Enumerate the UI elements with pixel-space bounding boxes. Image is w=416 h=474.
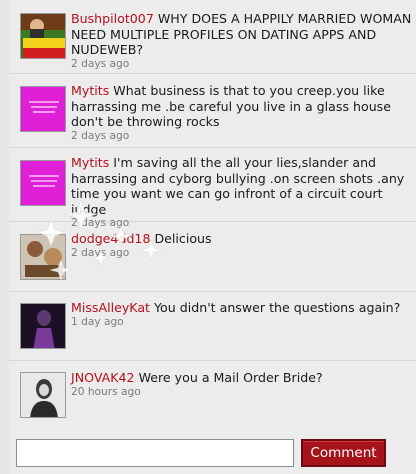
comment-username[interactable]: Mytits <box>71 155 109 170</box>
comment-username[interactable]: Bushpilot007 <box>71 11 154 26</box>
comment-item: MissAlleyKat You didn't answer the quest… <box>9 292 416 361</box>
comment-body: JNOVAK42 Were you a Mail Order Bride? 20… <box>71 370 412 399</box>
comment-text: I'm saving all the all your lies,slander… <box>71 155 405 217</box>
comment-item: Mytits What business is that to you cree… <box>9 74 416 148</box>
comment-item: dodge4dd18 Delicious 2 days ago <box>9 222 416 292</box>
avatar-image <box>21 14 65 58</box>
comments-panel: Bushpilot007 WHY DOES A HAPPILY MARRIED … <box>9 0 416 474</box>
comment-item: Mytits I'm saving all the all your lies,… <box>9 148 416 229</box>
comment-username[interactable]: dodge4dd18 <box>71 231 150 246</box>
comment-input[interactable] <box>16 439 294 467</box>
avatar-image <box>21 87 65 131</box>
comment-body: Mytits What business is that to you cree… <box>71 83 412 143</box>
comment-time: 2 days ago <box>71 57 130 70</box>
comment-body: MissAlleyKat You didn't answer the quest… <box>71 300 412 329</box>
comment-time: 20 hours ago <box>71 385 141 398</box>
comment-form: Comment <box>9 430 416 474</box>
comment-body: Mytits I'm saving all the all your lies,… <box>71 155 412 230</box>
comment-username[interactable]: Mytits <box>71 83 109 98</box>
avatar[interactable] <box>20 234 66 280</box>
comment-text: Delicious <box>154 231 212 246</box>
comment-body: dodge4dd18 Delicious 2 days ago <box>71 231 412 260</box>
comment-item: Bushpilot007 WHY DOES A HAPPILY MARRIED … <box>9 0 416 74</box>
comment-username[interactable]: JNOVAK42 <box>71 370 135 385</box>
avatar-image <box>21 304 65 348</box>
comment-time: 1 day ago <box>71 315 124 328</box>
avatar[interactable] <box>20 372 66 418</box>
comment-username[interactable]: MissAlleyKat <box>71 300 150 315</box>
comment-text: What business is that to you creep.you l… <box>71 83 391 129</box>
comment-item: JNOVAK42 Were you a Mail Order Bride? 20… <box>9 361 416 429</box>
comment-body: Bushpilot007 WHY DOES A HAPPILY MARRIED … <box>71 11 412 71</box>
avatar[interactable] <box>20 303 66 349</box>
avatar[interactable] <box>20 86 66 132</box>
default-avatar-icon <box>21 373 65 417</box>
comment-time: 2 days ago <box>71 246 130 259</box>
comment-text: Were you a Mail Order Bride? <box>138 370 323 385</box>
avatar-image <box>21 235 65 279</box>
comment-button[interactable]: Comment <box>301 439 386 467</box>
avatar-image <box>21 161 65 205</box>
comment-time: 2 days ago <box>71 129 130 142</box>
avatar[interactable] <box>20 160 66 206</box>
comment-text: You didn't answer the questions again? <box>154 300 401 315</box>
avatar[interactable] <box>20 13 66 59</box>
